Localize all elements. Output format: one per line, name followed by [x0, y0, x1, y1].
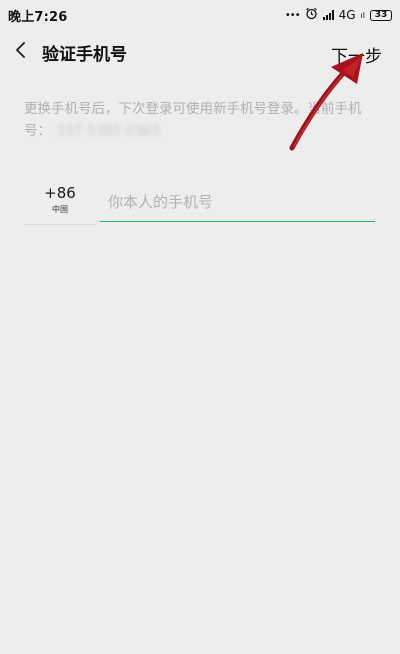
page-title: 验证手机号: [42, 44, 127, 65]
back-button[interactable]: [0, 30, 42, 74]
battery-level: 33: [374, 9, 388, 20]
alarm-icon: [305, 7, 318, 23]
country-divider: [24, 224, 96, 225]
chevron-left-icon: [14, 41, 28, 63]
phone-number-input[interactable]: [100, 182, 375, 222]
notification-dots: •••: [284, 9, 301, 21]
phone-input-row: +86 中国: [0, 176, 400, 226]
status-icons: ••• 4G ıl 33: [285, 7, 392, 23]
current-phone-number: 157 5355 0303: [57, 123, 161, 139]
next-step-button[interactable]: 下一步: [331, 42, 382, 67]
hint-text: 更换手机号后，下次登录可使用新手机号登录。当前手机号： 157 5355 0303: [24, 98, 376, 142]
nav-bar: 验证手机号 下一步: [0, 30, 400, 74]
signal-icon: [322, 10, 334, 20]
network-sub: ıl: [360, 10, 365, 20]
status-time: 晚上7:26: [8, 9, 68, 25]
country-code-selector[interactable]: +86 中国: [24, 176, 96, 224]
status-bar: 晚上7:26 ••• 4G ıl 33: [0, 0, 400, 30]
network-type: 4G: [338, 8, 356, 22]
country-name: 中国: [52, 205, 68, 214]
battery-icon: 33: [370, 9, 392, 21]
country-code: +86: [44, 184, 76, 202]
